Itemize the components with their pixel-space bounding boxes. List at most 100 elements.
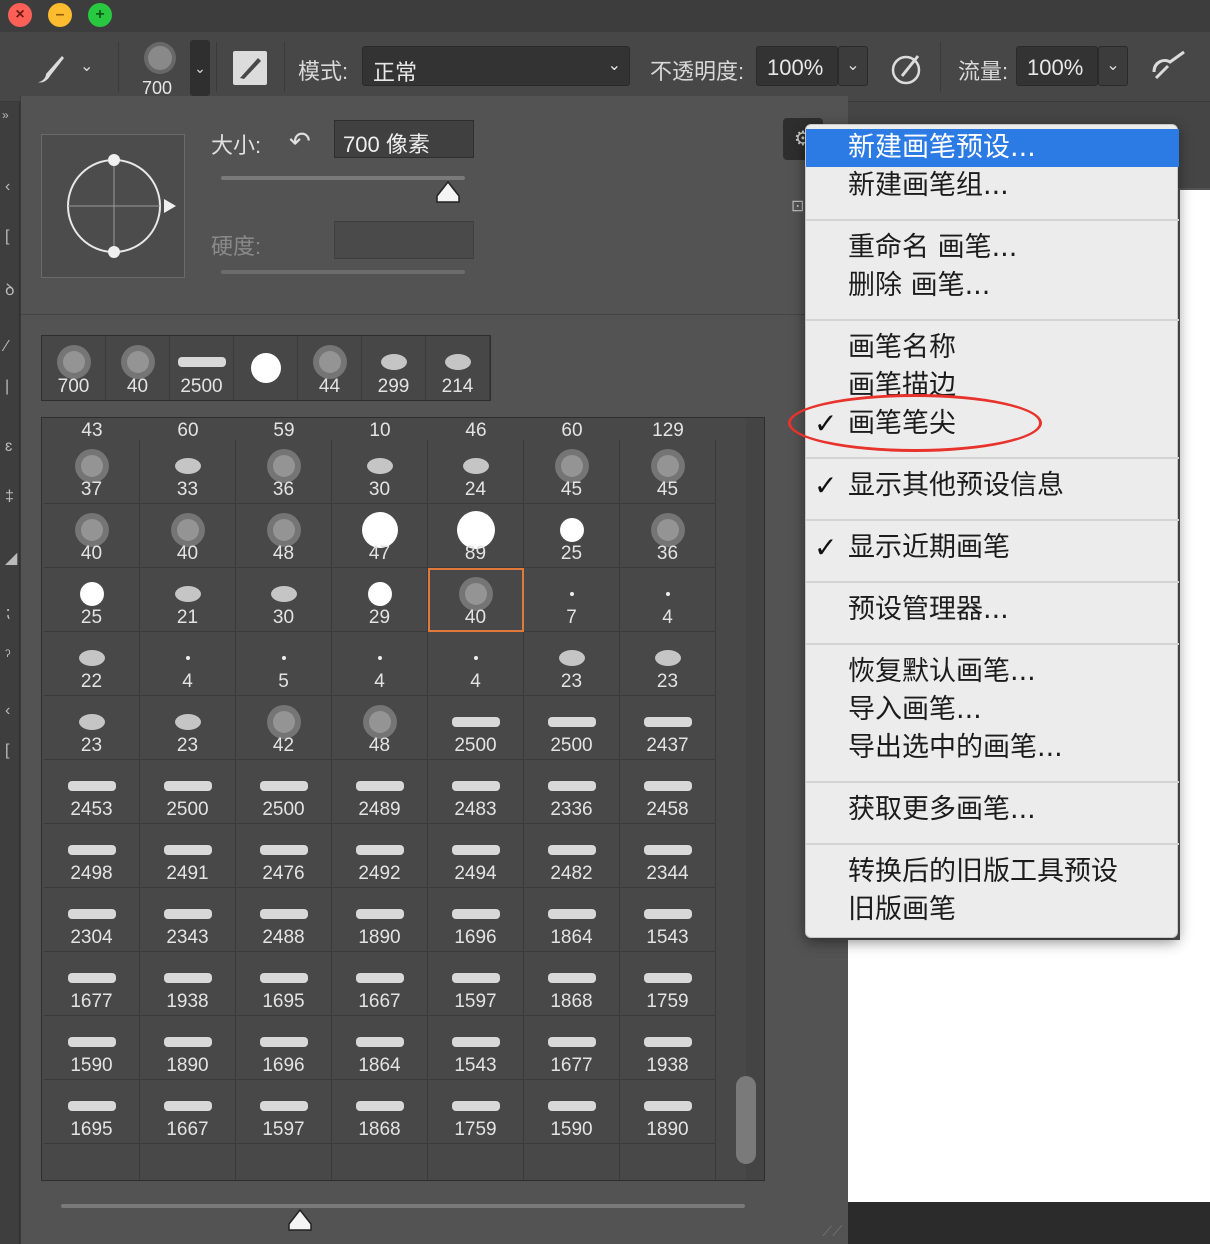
brush-preset-cell[interactable]: 1938 (620, 1016, 716, 1080)
brush-preset-cell[interactable]: 21 (140, 568, 236, 632)
tool-icon[interactable]: ⁏ (5, 602, 10, 622)
brush-preset-cell[interactable]: 29 (332, 568, 428, 632)
brush-preset-cell[interactable]: 2458 (620, 760, 716, 824)
brush-preset-picker[interactable]: 700 (136, 38, 184, 98)
tool-icon[interactable]: ‡ (5, 488, 14, 506)
tool-icon[interactable]: | (5, 378, 9, 396)
brush-settings-panel-icon[interactable] (232, 50, 268, 86)
brush-preset-cell[interactable]: 1938 (140, 952, 236, 1016)
brush-preset-cell[interactable]: 2500 (140, 760, 236, 824)
tool-icon[interactable]: ˀ (5, 648, 11, 666)
menu-item[interactable]: 获取更多画笔... (806, 791, 1179, 829)
brush-preset-cell[interactable]: 1695 (44, 1080, 140, 1144)
brush-preset-cell[interactable] (332, 1144, 428, 1180)
menu-item[interactable]: 删除 画笔... (806, 267, 1179, 305)
brush-preset-cell[interactable]: 1759 (428, 1080, 524, 1144)
thumbnail-size-thumb-icon[interactable] (287, 1208, 313, 1232)
brush-preset-cell[interactable]: 2491 (140, 824, 236, 888)
flow-dropdown-button[interactable]: ⌄ (1098, 46, 1128, 86)
menu-item[interactable]: ✓ 显示近期画笔 (806, 529, 1179, 567)
tool-icon[interactable]: [ (5, 742, 9, 760)
brush-preset-cell[interactable]: 2437 (620, 696, 716, 760)
brush-preset-cell[interactable]: 2494 (428, 824, 524, 888)
tool-icon[interactable]: ‹ (5, 702, 10, 720)
brush-preset-cell[interactable] (236, 1144, 332, 1180)
tool-icon[interactable]: ‹ (5, 178, 10, 196)
hardness-input[interactable] (334, 221, 474, 259)
brush-preset-cell[interactable]: 1696 (236, 1016, 332, 1080)
brush-preset-cell[interactable]: 37 (44, 440, 140, 504)
flow-input[interactable]: 100% (1016, 46, 1098, 86)
brush-preset-cell[interactable]: 1864 (524, 888, 620, 952)
brush-preset-cell[interactable] (44, 1144, 140, 1180)
brush-preset-cell[interactable]: 1696 (428, 888, 524, 952)
expand-panels-icon[interactable]: » (2, 108, 9, 122)
recent-brush-cell[interactable]: 214 (426, 336, 490, 400)
brush-preset-cell[interactable]: 1677 (524, 1016, 620, 1080)
brush-preset-cell[interactable]: 7 (524, 568, 620, 632)
brush-preset-cell[interactable]: 89 (428, 504, 524, 568)
close-window-button[interactable]: × (8, 3, 32, 27)
recent-brush-cell[interactable]: 2500 (170, 336, 234, 400)
brush-preset-cell[interactable]: 2483 (428, 760, 524, 824)
brush-preset-cell[interactable]: 23 (140, 696, 236, 760)
menu-item[interactable]: 新建画笔组... (806, 167, 1179, 205)
brush-preset-cell[interactable]: 2500 (428, 696, 524, 760)
brush-preset-cell[interactable]: 23 (524, 632, 620, 696)
brush-preset-cell[interactable] (524, 1144, 620, 1180)
brush-preset-cell[interactable]: 2336 (524, 760, 620, 824)
brush-preset-cell[interactable]: 45 (524, 440, 620, 504)
brush-preset-cell[interactable]: 2482 (524, 824, 620, 888)
brush-preset-cell[interactable]: 1868 (524, 952, 620, 1016)
size-slider-thumb-icon[interactable] (435, 180, 461, 204)
opacity-input[interactable]: 100% (756, 46, 838, 86)
brush-preset-cell[interactable]: 2492 (332, 824, 428, 888)
brush-preset-cell[interactable]: 1667 (332, 952, 428, 1016)
brush-preset-cell[interactable]: 30 (332, 440, 428, 504)
recent-brush-cell[interactable]: 299 (362, 336, 426, 400)
recent-brush-cell[interactable]: 700 (42, 336, 106, 400)
brush-preset-cell[interactable]: 2476 (236, 824, 332, 888)
brush-preset-cell[interactable]: 1677 (44, 952, 140, 1016)
brush-preset-cell[interactable]: 1590 (524, 1080, 620, 1144)
brush-preset-cell[interactable]: 1890 (140, 1016, 236, 1080)
brush-preset-cell[interactable]: 36 (620, 504, 716, 568)
brush-preset-cell[interactable]: 2489 (332, 760, 428, 824)
recent-brush-cell[interactable]: 44 (298, 336, 362, 400)
tool-icon[interactable]: ⁄ (5, 338, 8, 356)
brush-preset-cell[interactable]: 48 (332, 696, 428, 760)
brush-tool-icon[interactable] (32, 52, 68, 86)
brush-preset-cell[interactable]: 48 (236, 504, 332, 568)
brush-preset-cell[interactable]: 1864 (332, 1016, 428, 1080)
brush-preset-cell[interactable]: 1590 (44, 1016, 140, 1080)
recent-brush-cell[interactable]: 40 (106, 336, 170, 400)
brush-preset-cell[interactable]: 1597 (236, 1080, 332, 1144)
brush-preset-cell[interactable]: 30 (236, 568, 332, 632)
thumbnail-size-slider[interactable] (61, 1204, 745, 1208)
minimize-window-button[interactable]: – (48, 3, 72, 27)
pressure-opacity-icon[interactable] (888, 50, 924, 86)
brush-preset-cell[interactable]: 1759 (620, 952, 716, 1016)
brush-preset-cell[interactable]: 5 (236, 632, 332, 696)
brush-preset-cell[interactable]: 4 (140, 632, 236, 696)
brush-preset-cell[interactable]: 1890 (332, 888, 428, 952)
menu-item[interactable]: ✓ 显示其他预设信息 (806, 467, 1179, 505)
brush-preset-cell[interactable]: 45 (620, 440, 716, 504)
menu-item[interactable]: 转换后的旧版工具预设 (806, 853, 1179, 891)
brush-preset-cell[interactable]: 1597 (428, 952, 524, 1016)
brush-preset-cell[interactable] (620, 1144, 716, 1180)
brush-preset-cell[interactable]: 33 (140, 440, 236, 504)
brush-preset-cell[interactable]: 2304 (44, 888, 140, 952)
brush-preset-cell[interactable]: 2500 (524, 696, 620, 760)
brush-angle-roundness-icon[interactable] (42, 135, 186, 279)
tool-icon[interactable]: ꝺ (5, 278, 15, 300)
size-input[interactable]: 700 像素 (334, 120, 474, 158)
brush-preset-cell[interactable]: 4 (332, 632, 428, 696)
brush-preset-cell[interactable]: 24 (428, 440, 524, 504)
brush-preset-cell[interactable]: 2488 (236, 888, 332, 952)
brush-preset-cell[interactable]: 4 (428, 632, 524, 696)
brush-preset-cell[interactable] (428, 1144, 524, 1180)
brush-preset-cell[interactable]: 1695 (236, 952, 332, 1016)
brush-preset-cell[interactable]: 1543 (620, 888, 716, 952)
tool-icon[interactable]: ɛ (5, 438, 12, 456)
